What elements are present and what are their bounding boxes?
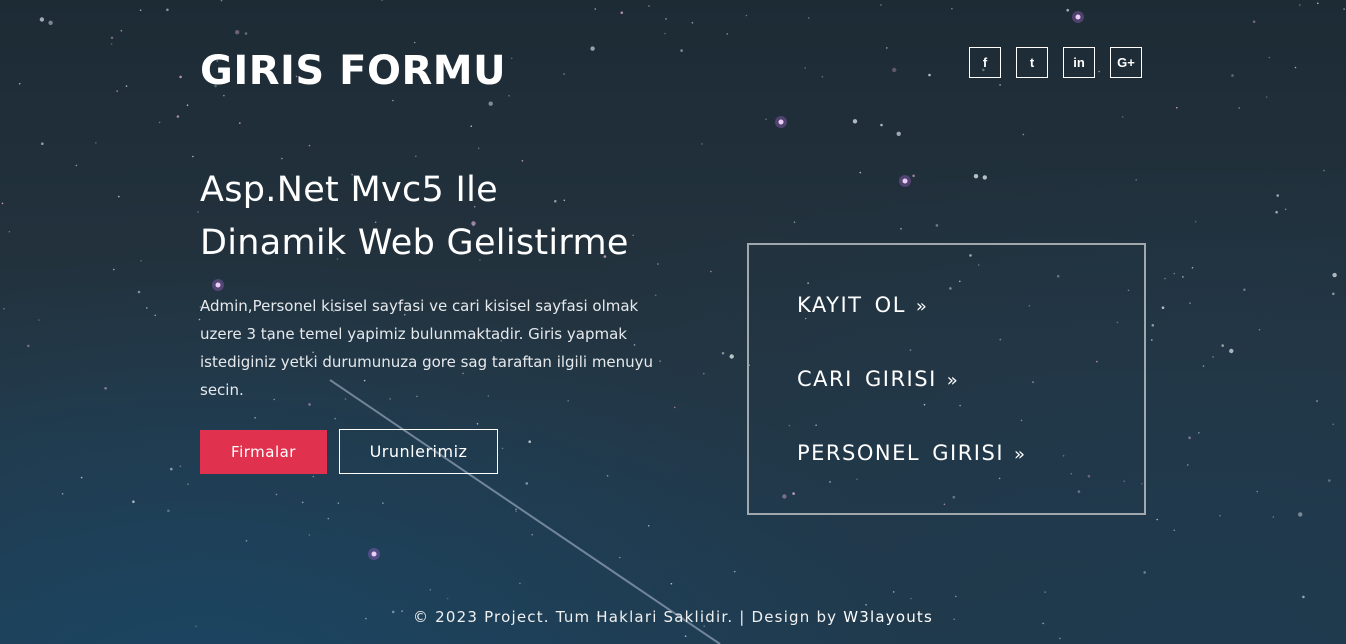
chevron-right-icon: » (946, 370, 960, 391)
linkedin-icon[interactable]: in (1063, 47, 1095, 78)
login-menu-box: KAYIT OL » CARI GIRISI » PERSONEL GIRISI » (747, 243, 1146, 515)
personel-girisi-label: PERSONEL GIRISI (797, 441, 1005, 465)
facebook-icon[interactable]: f (969, 47, 1001, 78)
footer-w3layouts-link[interactable]: W3layouts (843, 608, 933, 626)
cari-girisi-label: CARI GIRISI (797, 367, 937, 391)
chevron-right-icon: » (915, 296, 929, 317)
brand-title[interactable]: GIRIS FORMU (200, 48, 506, 94)
kayit-ol-link[interactable]: KAYIT OL » (797, 293, 928, 317)
twitter-icon[interactable]: t (1016, 47, 1048, 78)
chevron-right-icon: » (1014, 444, 1027, 465)
firmalar-button[interactable]: Firmalar (200, 430, 327, 474)
cari-girisi-link[interactable]: CARI GIRISI » (797, 367, 959, 391)
headline-line-1: Asp.Net Mvc5 Ile (200, 170, 499, 210)
social-links: f t in G+ (969, 47, 1142, 78)
kayit-ol-label: KAYIT OL (797, 293, 906, 317)
hero-description: Admin,Personel kisisel sayfasi ve cari k… (200, 297, 654, 399)
google-plus-icon[interactable]: G+ (1110, 47, 1142, 78)
footer: © 2023 Project. Tum Haklari Saklidir. | … (0, 608, 1346, 626)
personel-girisi-link[interactable]: PERSONEL GIRISI » (797, 441, 1027, 465)
urunlerimiz-button[interactable]: Urunlerimiz (339, 429, 498, 474)
footer-copyright: © 2023 Project. Tum Haklari Saklidir. | … (412, 608, 844, 626)
hero-headline: Asp.Net Mvc5 Ile Dinamik Web Gelistirme (200, 164, 629, 270)
headline-line-2: Dinamik Web Gelistirme (200, 223, 629, 263)
